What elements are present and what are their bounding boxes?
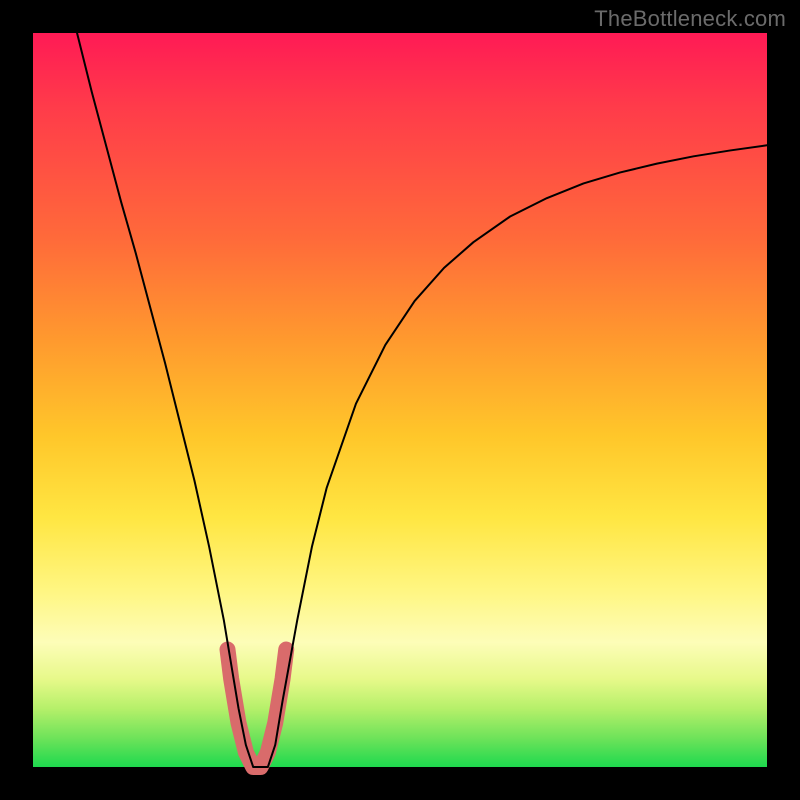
watermark-text: TheBottleneck.com (594, 6, 786, 32)
curve-svg (33, 33, 767, 767)
chart-frame: TheBottleneck.com (0, 0, 800, 800)
plot-area (33, 33, 767, 767)
valley-highlight-path (228, 650, 287, 767)
main-curve-path (77, 33, 767, 767)
